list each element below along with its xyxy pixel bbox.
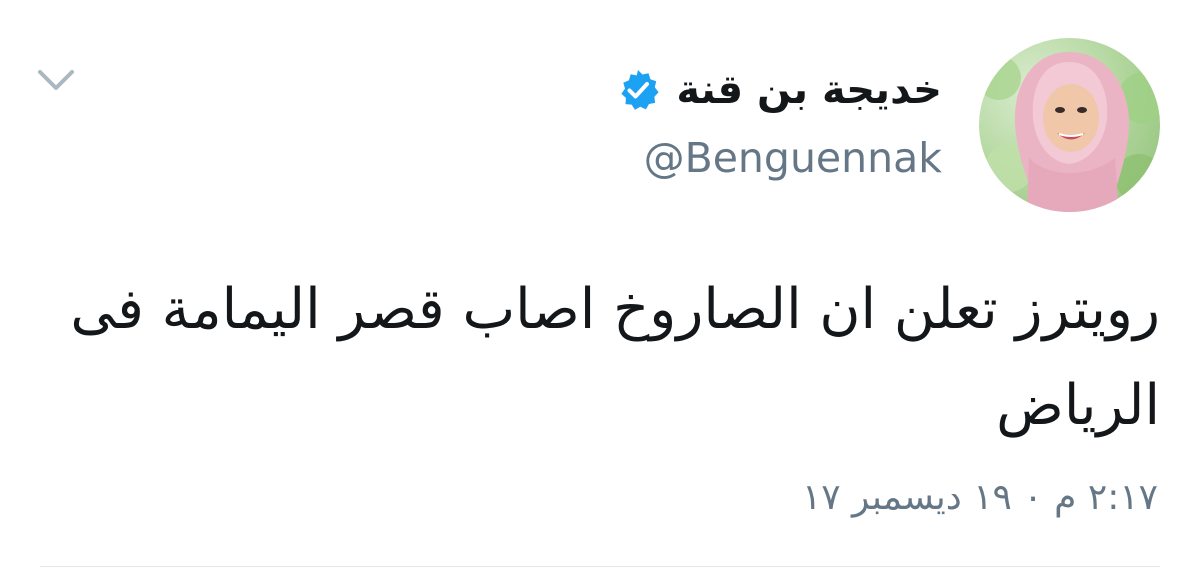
divider xyxy=(40,566,1160,567)
chevron-down-icon[interactable] xyxy=(36,66,76,94)
author-name-row[interactable]: خديجة بن قنة xyxy=(616,62,942,118)
verified-badge-icon xyxy=(621,70,659,110)
tweet-card: خديجة بن قنة @Benguennak رويترز تعلن ان … xyxy=(0,0,1200,570)
tweet-timestamp[interactable]: ٢:١٧ م ٠ ١٩ ديسمبر ١٧ xyxy=(802,472,1158,524)
author-display-name[interactable]: خديجة بن قنة xyxy=(676,62,942,118)
author-handle[interactable]: @Benguennak xyxy=(644,130,942,186)
avatar[interactable] xyxy=(979,38,1160,212)
avatar-image xyxy=(979,52,1160,212)
tweet-text: رويترز تعلن ان الصاروخ اصاب قصر اليمامة … xyxy=(70,277,1160,438)
